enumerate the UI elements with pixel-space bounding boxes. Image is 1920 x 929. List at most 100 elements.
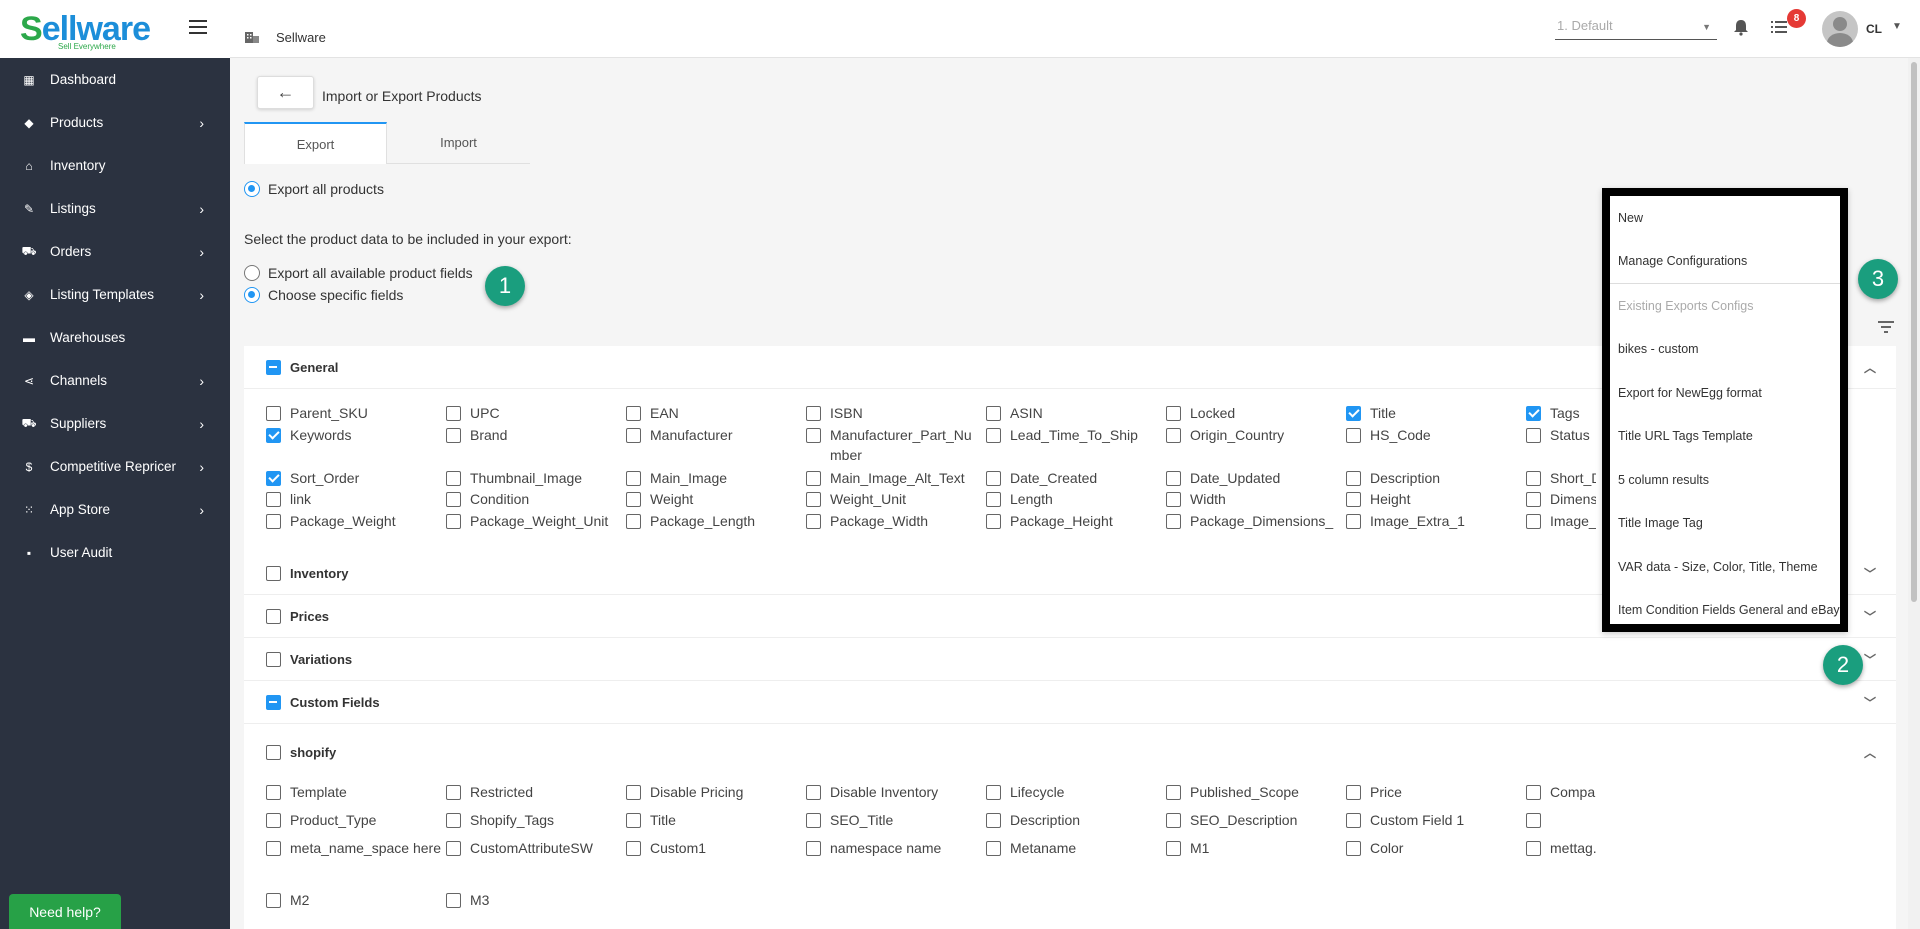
- sidebar-item-dashboard[interactable]: ▦ Dashboard: [0, 58, 230, 101]
- field-checkbox[interactable]: [1526, 514, 1541, 529]
- choose-specific-fields-radio[interactable]: Choose specific fields: [244, 287, 403, 303]
- field-locked[interactable]: Locked: [1166, 403, 1341, 423]
- field-checkbox[interactable]: [986, 514, 1001, 529]
- field-checkbox[interactable]: [626, 813, 641, 828]
- export-all-fields-radio[interactable]: Export all available product fields: [244, 265, 473, 281]
- field-sort-order[interactable]: Sort_Order: [266, 468, 441, 488]
- field-checkbox[interactable]: [1526, 471, 1541, 486]
- field-checkbox[interactable]: [266, 514, 281, 529]
- field-checkbox[interactable]: [986, 428, 1001, 443]
- profile-select[interactable]: 1. Default ▼: [1555, 18, 1717, 40]
- field-length[interactable]: Length: [986, 489, 1161, 509]
- field-package-weight-unit[interactable]: Package_Weight_Unit: [446, 511, 621, 531]
- field-package-length[interactable]: Package_Length: [626, 511, 801, 531]
- menu-item-var-data-size-color-title-theme[interactable]: VAR data - Size, Color, Title, Theme: [1610, 545, 1840, 589]
- section-shopify-checkbox[interactable]: [266, 745, 281, 760]
- field-checkbox[interactable]: [1526, 406, 1541, 421]
- field-checkbox[interactable]: [266, 471, 281, 486]
- field-checkbox[interactable]: [626, 471, 641, 486]
- field-checkbox[interactable]: [446, 785, 461, 800]
- field-checkbox[interactable]: [446, 406, 461, 421]
- sidebar-item-channels[interactable]: ⋖ Channels ›: [0, 359, 230, 402]
- tab-export[interactable]: Export: [244, 122, 387, 164]
- chevron-up-icon[interactable]: ︿: [1864, 744, 1876, 761]
- field-disable-pricing[interactable]: Disable Pricing: [626, 782, 801, 802]
- field-checkbox[interactable]: [446, 841, 461, 856]
- section-prices-checkbox[interactable]: [266, 608, 281, 624]
- field-compare-at-price[interactable]: Compare_At_Price: [1526, 782, 1596, 802]
- field-checkbox[interactable]: [446, 471, 461, 486]
- tasks-icon[interactable]: [1770, 18, 1788, 36]
- field-checkbox[interactable]: [626, 428, 641, 443]
- field-isbn[interactable]: ISBN: [806, 403, 981, 423]
- field-checkbox[interactable]: [1526, 813, 1541, 828]
- field-m1[interactable]: M1: [1166, 838, 1341, 858]
- field-checkbox[interactable]: [446, 813, 461, 828]
- page-scrollbar[interactable]: [1908, 58, 1920, 929]
- field-status[interactable]: Status: [1526, 425, 1596, 445]
- field-checkbox[interactable]: [446, 514, 461, 529]
- menu-toggle-icon[interactable]: [189, 20, 207, 34]
- field-package-width[interactable]: Package_Width: [806, 511, 981, 531]
- field-checkbox[interactable]: [986, 841, 1001, 856]
- field-checkbox[interactable]: [986, 492, 1001, 507]
- section-custom-fields[interactable]: Custom Fields ﹀: [244, 681, 1896, 724]
- field-checkbox[interactable]: [266, 492, 281, 507]
- field-checkbox[interactable]: [266, 428, 281, 443]
- field-checkbox[interactable]: [1526, 841, 1541, 856]
- field-checkbox[interactable]: [446, 428, 461, 443]
- field-checkbox[interactable]: [446, 893, 461, 908]
- field-package-weight[interactable]: Package_Weight: [266, 511, 441, 531]
- field-checkbox[interactable]: [626, 785, 641, 800]
- sidebar-item-orders[interactable]: ⛟ Orders ›: [0, 230, 230, 273]
- field-date-updated[interactable]: Date_Updated: [1166, 468, 1341, 488]
- field-thumbnail-image[interactable]: Thumbnail_Image: [446, 468, 621, 488]
- field-checkbox[interactable]: [1346, 841, 1361, 856]
- field-blank[interactable]: [1526, 810, 1596, 828]
- field-shopify-tags[interactable]: Shopify_Tags: [446, 810, 621, 830]
- field-checkbox[interactable]: [806, 514, 821, 529]
- field-namespace-name[interactable]: namespace name: [806, 838, 981, 858]
- field-title[interactable]: Title: [1346, 403, 1521, 423]
- field-origin-country[interactable]: Origin_Country: [1166, 425, 1341, 445]
- chevron-down-icon[interactable]: ﹀: [1864, 608, 1876, 625]
- field-checkbox[interactable]: [1166, 785, 1181, 800]
- field-checkbox[interactable]: [1346, 471, 1361, 486]
- field-brand[interactable]: Brand: [446, 425, 621, 445]
- field-checkbox[interactable]: [626, 406, 641, 421]
- sidebar-item-listings[interactable]: ✎ Listings ›: [0, 187, 230, 230]
- section-general-checkbox[interactable]: [266, 359, 281, 375]
- field-checkbox[interactable]: [1346, 492, 1361, 507]
- field-condition[interactable]: Condition: [446, 489, 621, 509]
- field-date-created[interactable]: Date_Created: [986, 468, 1161, 488]
- field-checkbox[interactable]: [806, 428, 821, 443]
- field-tags[interactable]: Tags: [1526, 403, 1596, 423]
- field-checkbox[interactable]: [1346, 406, 1361, 421]
- field-seo-description[interactable]: SEO_Description: [1166, 810, 1341, 830]
- menu-item-title-url-tags-template[interactable]: Title URL Tags Template: [1610, 415, 1840, 459]
- field-checkbox[interactable]: [806, 471, 821, 486]
- bell-icon[interactable]: [1732, 18, 1750, 36]
- field-checkbox[interactable]: [1526, 785, 1541, 800]
- field-ean[interactable]: EAN: [626, 403, 801, 423]
- field-color[interactable]: Color: [1346, 838, 1521, 858]
- field-checkbox[interactable]: [806, 406, 821, 421]
- field-m2[interactable]: M2: [266, 890, 441, 910]
- field-checkbox[interactable]: [806, 841, 821, 856]
- field-checkbox[interactable]: [1166, 471, 1181, 486]
- chevron-up-icon[interactable]: ︿: [1864, 359, 1876, 376]
- field-checkbox[interactable]: [1346, 785, 1361, 800]
- field-metaname[interactable]: Metaname: [986, 838, 1161, 858]
- menu-item-bikes-custom[interactable]: bikes - custom: [1610, 328, 1840, 372]
- field-disable-inventory[interactable]: Disable Inventory: [806, 782, 981, 802]
- field-checkbox[interactable]: [986, 813, 1001, 828]
- field-lead-time-to-ship[interactable]: Lead_Time_To_Ship: [986, 425, 1161, 445]
- section-variations[interactable]: Variations ﹀: [244, 638, 1896, 681]
- export-all-products-radio[interactable]: Export all products: [244, 181, 384, 197]
- filter-icon[interactable]: [1878, 320, 1894, 334]
- menu-item-title-image-tag[interactable]: Title Image Tag: [1610, 502, 1840, 546]
- field-height[interactable]: Height: [1346, 489, 1521, 509]
- section-inventory-checkbox[interactable]: [266, 565, 281, 581]
- field-hs-code[interactable]: HS_Code: [1346, 425, 1521, 445]
- field-restricted[interactable]: Restricted: [446, 782, 621, 802]
